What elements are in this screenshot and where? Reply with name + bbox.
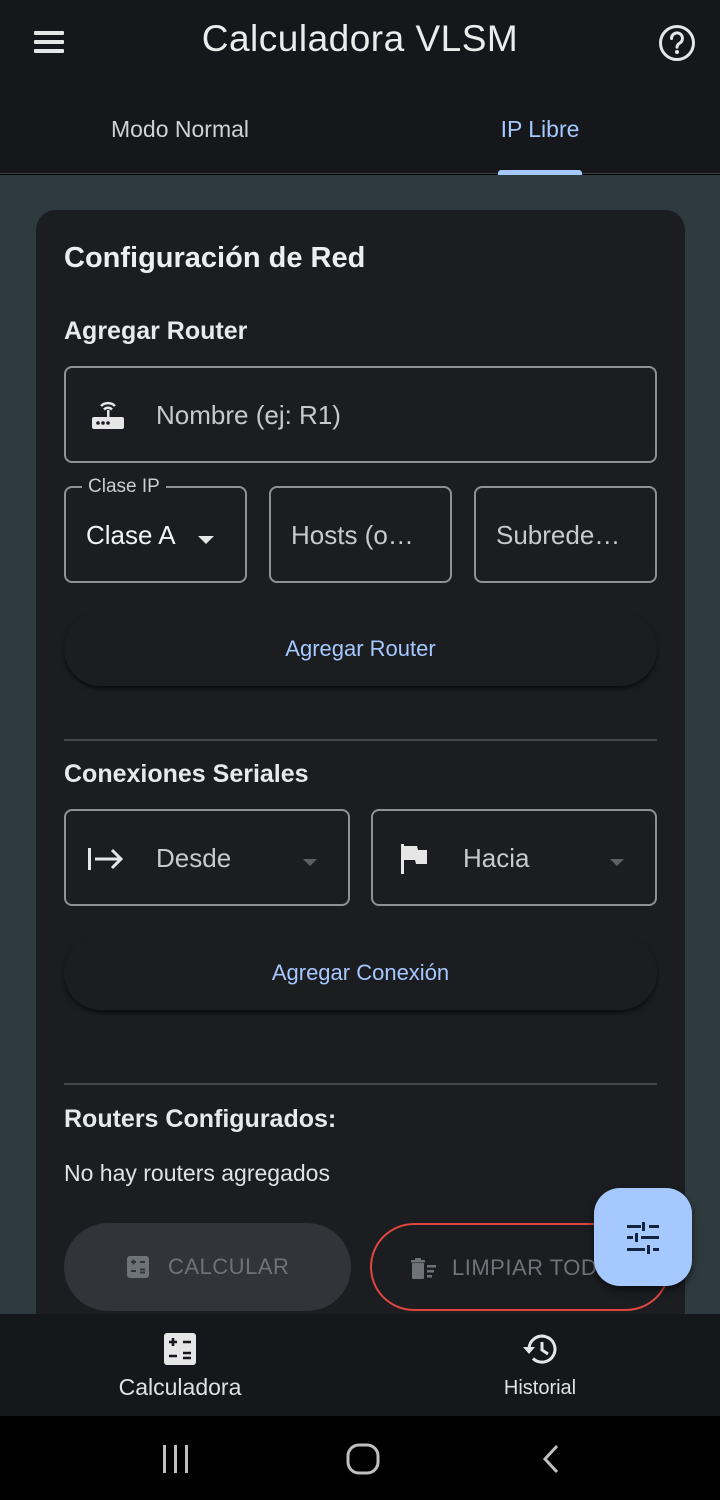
tab-ip-libre[interactable]: IP Libre <box>360 116 720 143</box>
recent-apps-icon[interactable] <box>160 1444 192 1479</box>
ip-class-value: Clase A <box>86 520 176 550</box>
home-icon[interactable] <box>346 1443 380 1480</box>
calculate-label: CALCULAR <box>168 1254 290 1279</box>
section-title-serial: Conexiones Seriales <box>64 760 309 788</box>
flag-icon <box>399 843 431 880</box>
calculate-button[interactable]: CALCULAR <box>64 1223 351 1311</box>
subnets-field[interactable]: Subrede… <box>474 486 657 583</box>
section-title-config: Configuración de Red <box>64 242 366 274</box>
arrow-right-to-line-icon <box>86 845 126 878</box>
ip-class-label: Clase IP <box>82 476 166 498</box>
dropdown-arrow-icon <box>196 532 216 550</box>
section-title-add-router: Agregar Router <box>64 317 248 345</box>
to-label: Hacia <box>463 843 530 873</box>
network-config-card: Configuración de Red Agregar Router Nomb… <box>36 210 685 1314</box>
section-title-routers: Routers Configurados: <box>64 1105 337 1133</box>
bottom-navigation: Calculadora Historial <box>0 1314 720 1416</box>
add-connection-button[interactable]: Agregar Conexión <box>64 936 657 1010</box>
tab-bar: Modo Normal IP Libre <box>0 86 720 175</box>
from-router-select[interactable]: Desde <box>64 809 350 906</box>
divider <box>64 1083 657 1085</box>
nav-label-calculadora: Calculadora <box>118 1374 242 1400</box>
content-area[interactable]: Configuración de Red Agregar Router Nomb… <box>0 175 720 1314</box>
subnets-placeholder: Subrede… <box>496 520 621 550</box>
empty-routers-message: No hay routers agregados <box>64 1160 330 1186</box>
ip-class-select[interactable]: Clase IP Clase A <box>64 476 247 583</box>
app-bar: Calculadora VLSM <box>0 0 720 86</box>
hosts-placeholder: Hosts (o… <box>291 520 414 550</box>
from-label: Desde <box>156 843 232 873</box>
tune-icon <box>625 1221 661 1260</box>
nav-item-historial[interactable]: Historial <box>360 1314 720 1416</box>
divider <box>64 739 657 741</box>
tab-modo-normal[interactable]: Modo Normal <box>0 116 360 143</box>
dropdown-arrow-icon <box>300 855 320 873</box>
delete-sweep-icon <box>410 1257 438 1286</box>
add-router-button[interactable]: Agregar Router <box>64 612 657 686</box>
system-navigation-bar <box>0 1416 720 1500</box>
nav-label-historial: Historial <box>503 1377 577 1399</box>
tune-fab-button[interactable] <box>594 1188 692 1286</box>
clear-all-label: LIMPIAR TODO <box>452 1255 615 1280</box>
history-icon <box>520 1330 560 1373</box>
calculator-icon <box>163 1332 197 1371</box>
router-name-placeholder: Nombre (ej: R1) <box>156 400 341 430</box>
hosts-field[interactable]: Hosts (o… <box>269 486 452 583</box>
router-name-field[interactable]: Nombre (ej: R1) <box>64 366 657 463</box>
app-title: Calculadora VLSM <box>201 18 519 59</box>
help-icon[interactable] <box>656 22 698 64</box>
back-icon[interactable] <box>540 1443 562 1480</box>
nav-item-calculadora[interactable]: Calculadora <box>0 1314 360 1416</box>
to-router-select[interactable]: Hacia <box>371 809 657 906</box>
dropdown-arrow-icon <box>607 855 627 873</box>
router-icon <box>90 398 126 437</box>
calculator-icon <box>126 1255 150 1284</box>
